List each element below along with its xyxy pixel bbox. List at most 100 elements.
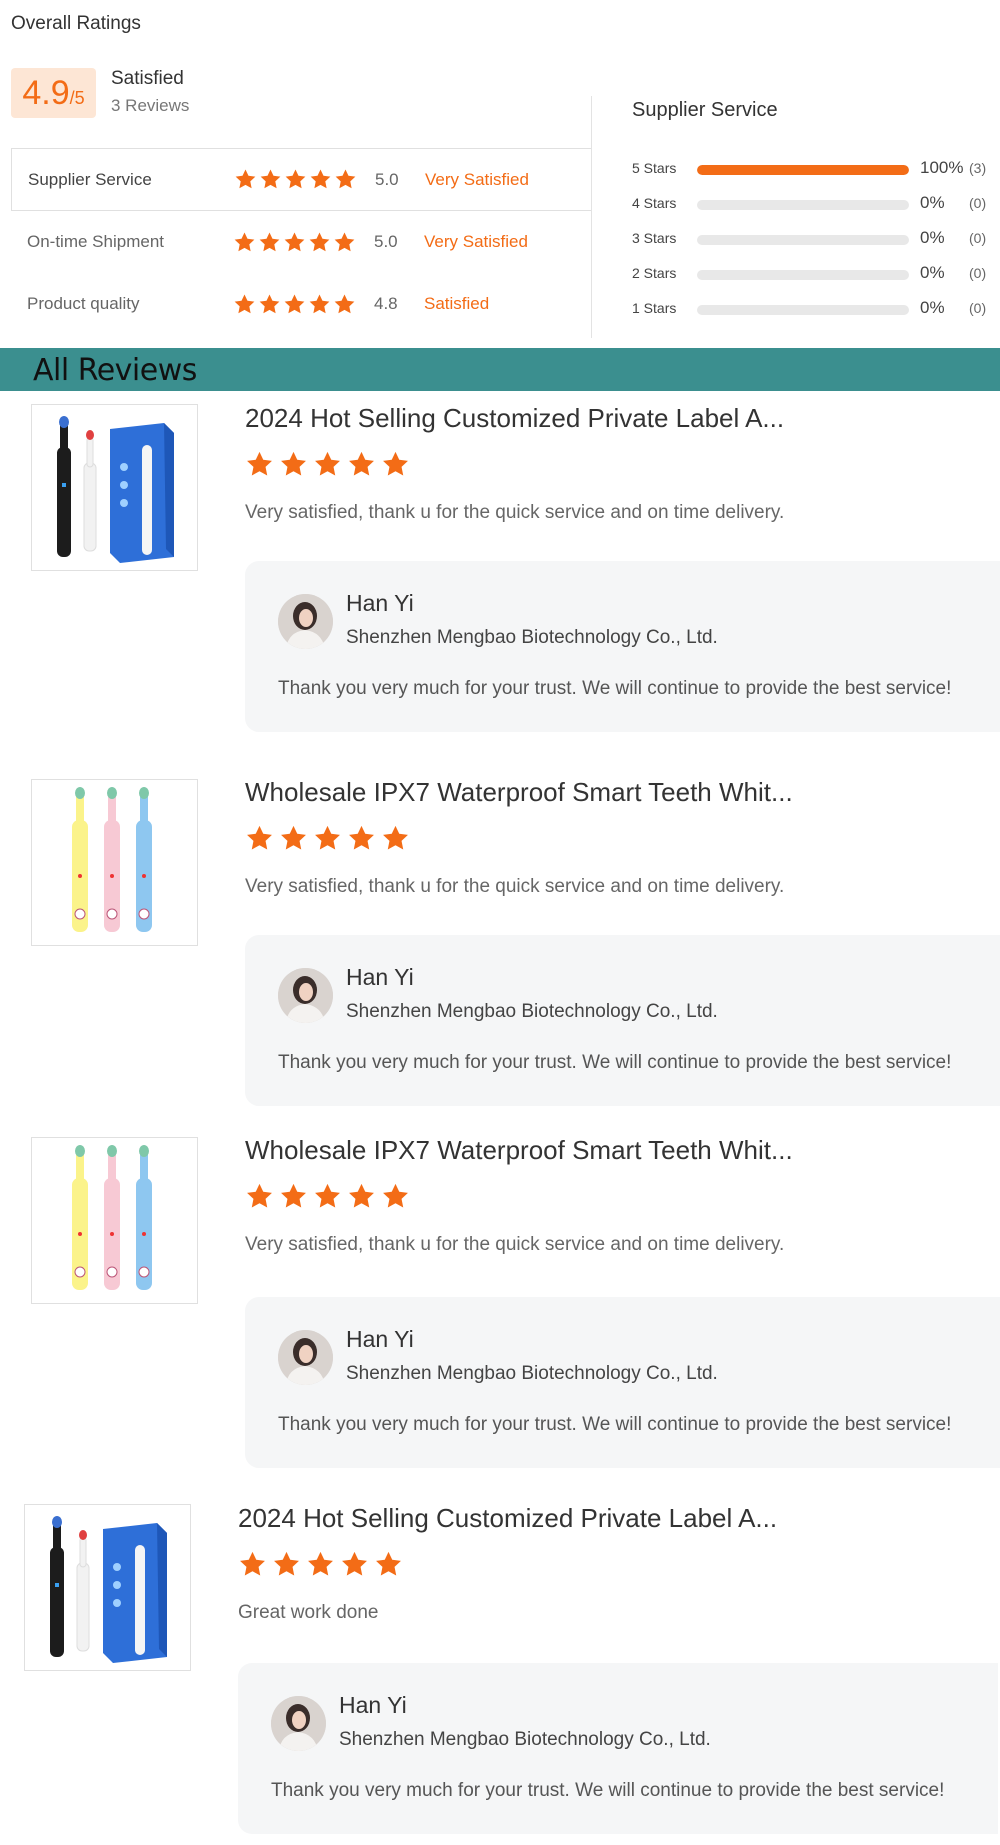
supplier-reply: Han Yi Shenzhen Mengbao Biotechnology Co… [238,1663,998,1834]
star-icon [309,231,330,251]
reply-name: Han Yi [346,964,414,990]
product-title[interactable]: Wholesale IPX7 Waterproof Smart Teeth Wh… [245,777,793,808]
distribution-row: 4 Stars 0% (0) [632,193,992,228]
distribution-bar [697,200,909,210]
overall-ratings-title: Overall Ratings [11,13,141,34]
star-icon [383,451,408,476]
review-text: Great work done [238,1602,379,1623]
product-thumbnail[interactable] [31,404,198,571]
category-desc: Satisfied [424,294,490,313]
category-ratings-table: Supplier Service 5.0 Very Satisfied On-t… [11,148,592,335]
distribution-label: 2 Stars [632,265,677,281]
distribution-label: 1 Stars [632,300,677,316]
divider [591,96,592,338]
distribution-row: 1 Stars 0% (0) [632,298,992,333]
star-icon [260,169,281,189]
supplier-reply: Han Yi Shenzhen Mengbao Biotechnology Co… [245,1297,1000,1468]
product-thumbnail[interactable] [24,1504,191,1671]
category-row-supplier-service: Supplier Service 5.0 Very Satisfied [11,148,592,211]
distribution-count: (3) [969,160,987,176]
star-icon [349,1183,374,1208]
category-desc: Very Satisfied [425,169,529,189]
star-icon [334,231,355,251]
avatar [278,594,333,649]
star-icon [383,1183,408,1208]
star-icon [349,825,374,850]
star-icon [342,1551,367,1576]
product-title[interactable]: Wholesale IPX7 Waterproof Smart Teeth Wh… [245,1135,793,1166]
distribution-count: (0) [969,265,987,281]
distribution-row: 5 Stars 100% (3) [632,158,992,193]
distribution-label: 5 Stars [632,160,677,176]
reply-company: Shenzhen Mengbao Biotechnology Co., Ltd. [346,627,718,648]
star-rating [234,168,357,191]
star-icon [259,293,280,313]
reply-name: Han Yi [339,1692,407,1718]
distribution-percent: 100% [920,158,964,177]
star-icon [285,169,306,189]
star-icon [281,1183,306,1208]
star-icon [235,169,256,189]
distribution-count: (0) [969,195,987,211]
star-icon [308,1551,333,1576]
distribution-bar [697,235,909,245]
distribution-count: (0) [969,300,987,316]
distribution-percent: 0% [920,193,945,212]
reply-name: Han Yi [346,590,414,616]
star-icon [334,293,355,313]
toothbrush-product-image [25,1505,190,1670]
category-name: On-time Shipment [27,232,164,251]
supplier-reply: Han Yi Shenzhen Mengbao Biotechnology Co… [245,935,1000,1106]
distribution-bar [697,305,909,315]
overall-score-max: /5 [69,88,85,108]
star-icon [247,451,272,476]
product-thumbnail[interactable] [31,779,198,946]
star-icon [247,1183,272,1208]
star-icon [240,1551,265,1576]
reply-name: Han Yi [346,1326,414,1352]
avatar-image [278,1330,333,1385]
star-rating [233,293,356,316]
distribution-bar-fill [697,165,909,175]
star-icon [247,825,272,850]
category-score: 4.8 [374,294,398,313]
distribution-count: (0) [969,230,987,246]
star-icon [310,169,331,189]
reply-company: Shenzhen Mengbao Biotechnology Co., Ltd. [346,1001,718,1022]
overall-satisfaction: Satisfied [111,68,184,89]
product-title[interactable]: 2024 Hot Selling Customized Private Labe… [238,1503,777,1534]
review-text: Very satisfied, thank u for the quick se… [245,876,785,897]
reviews-count: 3 Reviews [111,96,190,115]
star-icon [335,169,356,189]
star-icon [281,451,306,476]
reply-text: Thank you very much for your trust. We w… [278,1052,952,1073]
category-row-on-time-shipment: On-time Shipment 5.0 Very Satisfied [11,211,592,273]
distribution-bar [697,270,909,280]
all-reviews-header: All Reviews [0,348,1000,391]
rating-distribution: 5 Stars 100% (3) 4 Stars 0% (0) 3 Stars … [632,158,992,333]
distribution-percent: 0% [920,298,945,317]
distribution-row: 3 Stars 0% (0) [632,228,992,263]
star-rating [233,231,356,254]
star-icon [309,293,330,313]
supplier-reply: Han Yi Shenzhen Mengbao Biotechnology Co… [245,561,1000,732]
toothbrush-product-image [32,780,197,945]
star-icon [383,825,408,850]
star-icon [281,825,306,850]
reply-company: Shenzhen Mengbao Biotechnology Co., Ltd. [339,1729,711,1750]
review-star-rating [238,1550,403,1579]
category-name: Supplier Service [28,169,152,189]
distribution-row: 2 Stars 0% (0) [632,263,992,298]
product-thumbnail[interactable] [31,1137,198,1304]
avatar-image [278,594,333,649]
star-icon [234,231,255,251]
avatar-image [278,968,333,1023]
star-icon [274,1551,299,1576]
reply-text: Thank you very much for your trust. We w… [278,678,952,699]
star-icon [376,1551,401,1576]
distribution-label: 3 Stars [632,230,677,246]
category-row-product-quality: Product quality 4.8 Satisfied [11,273,592,335]
star-icon [284,231,305,251]
product-title[interactable]: 2024 Hot Selling Customized Private Labe… [245,403,784,434]
star-icon [315,451,340,476]
